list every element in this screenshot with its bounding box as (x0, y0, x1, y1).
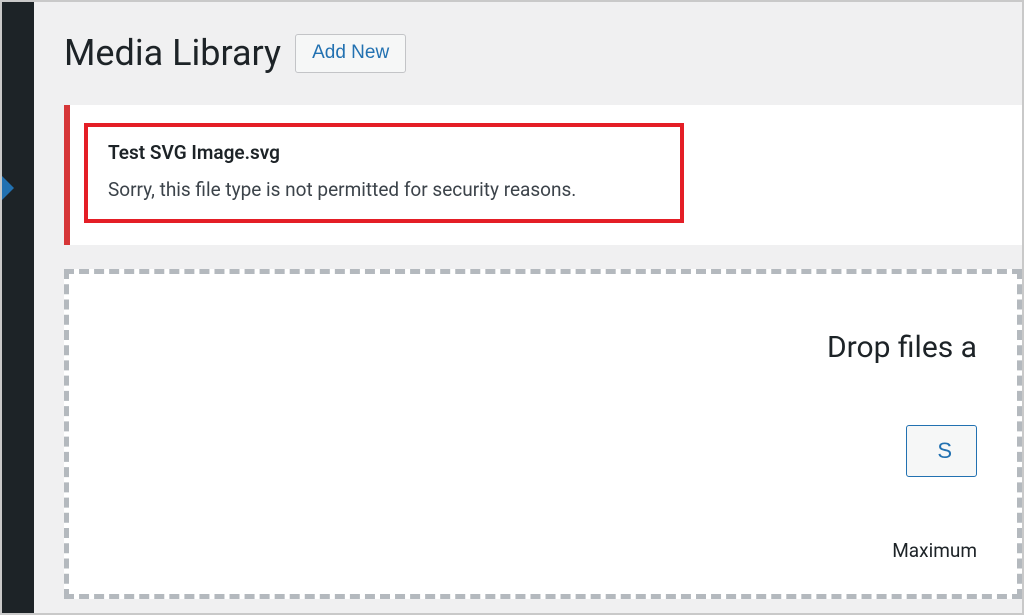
page-header: Media Library Add New (64, 32, 1022, 75)
main-content: Media Library Add New Test SVG Image.svg… (34, 2, 1022, 613)
drop-instruction-text: Drop files a (109, 330, 977, 365)
app-frame: Media Library Add New Test SVG Image.svg… (0, 0, 1024, 615)
error-filename: Test SVG Image.svg (108, 141, 660, 164)
admin-sidebar (2, 2, 34, 613)
select-files-button[interactable]: S (906, 425, 977, 477)
error-message: Sorry, this file type is not permitted f… (108, 178, 660, 201)
max-upload-text: Maximum (109, 539, 977, 562)
error-notice: Test SVG Image.svg Sorry, this file type… (64, 105, 1022, 245)
add-new-button[interactable]: Add New (295, 34, 406, 73)
sidebar-active-indicator (2, 176, 14, 200)
page-title: Media Library (64, 32, 281, 75)
upload-dropzone[interactable]: Drop files a S Maximum (64, 269, 1022, 599)
error-highlight-box: Test SVG Image.svg Sorry, this file type… (84, 123, 684, 223)
